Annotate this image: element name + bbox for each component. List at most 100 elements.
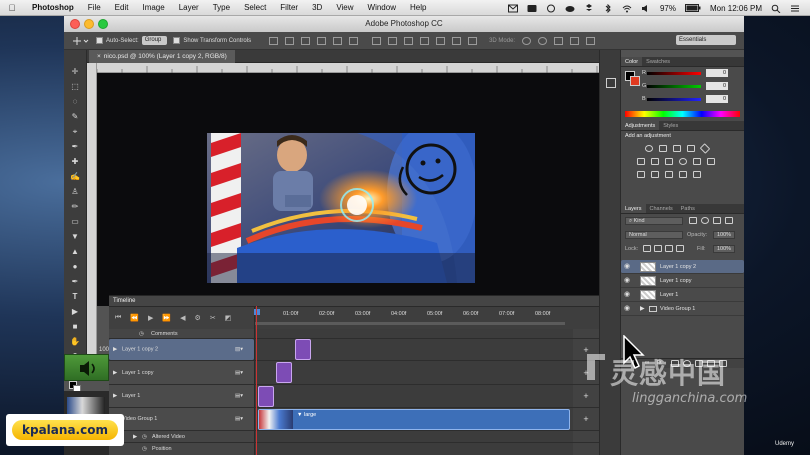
green-slider[interactable] (647, 85, 701, 88)
distribute-vcenter-icon[interactable] (388, 36, 398, 45)
timeline-row-label[interactable]: ▼ Video Group 1 ▤▾ (109, 408, 254, 430)
split-at-playhead-icon[interactable]: ✂ (210, 314, 216, 322)
layer-group-row[interactable]: ◉ ▶ Video Group 1 (621, 302, 744, 316)
clone-stamp-tool-icon[interactable]: ♙ (69, 186, 81, 197)
menu-3d[interactable]: 3D (312, 3, 322, 12)
layer-row[interactable]: ◉ Layer 1 (621, 288, 744, 302)
auto-align-icon[interactable] (468, 36, 478, 45)
next-frame-icon[interactable]: ⏩ (162, 314, 171, 322)
blue-slider[interactable] (647, 98, 701, 101)
layer-row[interactable]: ◉ Layer 1 copy (621, 274, 744, 288)
work-area-bar[interactable] (255, 322, 565, 325)
layer-track[interactable] (254, 361, 573, 384)
3d-drag-icon[interactable] (554, 36, 564, 45)
align-top-icon[interactable] (269, 36, 279, 45)
spotlight-search-icon[interactable] (771, 4, 781, 13)
menu-edit[interactable]: Edit (115, 3, 129, 12)
healing-brush-tool-icon[interactable]: ✚ (69, 156, 81, 167)
zoom-window-button[interactable] (98, 19, 108, 29)
distribute-left-icon[interactable] (420, 36, 430, 45)
bluetooth-icon[interactable] (603, 3, 613, 13)
blue-value-field[interactable]: 0 (706, 95, 728, 103)
filter-shape-icon[interactable] (725, 217, 733, 224)
menu-app-photoshop[interactable]: Photoshop (32, 3, 74, 12)
battery-percent[interactable]: 97% (660, 4, 676, 13)
green-value-field[interactable]: 0 (706, 82, 728, 90)
apple-menu-icon[interactable]:  (6, 3, 18, 13)
timeline-row-label[interactable]: ▶ Layer 1 ▤▾ (109, 385, 254, 407)
pen-tool-icon[interactable]: ✒ (69, 276, 81, 287)
distribute-right-icon[interactable] (452, 36, 462, 45)
fill-field[interactable]: 100% (713, 245, 735, 253)
menu-file[interactable]: File (88, 3, 101, 12)
close-document-icon[interactable]: × (97, 53, 101, 60)
show-transform-controls-checkbox[interactable] (173, 37, 181, 44)
filter-adjustment-icon[interactable] (701, 217, 709, 224)
cloud-icon[interactable] (565, 4, 575, 13)
gradient-map-icon[interactable] (679, 171, 687, 178)
timeline-ruler[interactable]: 01:00f 02:00f 03:00f 04:00f 05:00f 06:00… (254, 307, 599, 329)
color-spectrum-bar[interactable] (625, 111, 740, 117)
notification-center-icon[interactable] (790, 4, 800, 13)
history-panel-icon[interactable] (606, 78, 616, 88)
mail-icon[interactable] (507, 4, 518, 13)
blend-mode-dropdown[interactable]: Normal (625, 231, 683, 239)
lock-transparent-icon[interactable] (643, 245, 651, 252)
align-left-icon[interactable] (317, 36, 327, 45)
quick-select-tool-icon[interactable]: ✎ (69, 111, 81, 122)
menu-layer[interactable]: Layer (179, 3, 199, 12)
tab-adjustments[interactable]: Adjustments (621, 121, 660, 130)
visibility-eye-icon[interactable]: ◉ (624, 263, 632, 270)
lock-position-icon[interactable] (665, 245, 673, 252)
transition-icon[interactable]: ◩ (225, 314, 232, 322)
wifi-icon[interactable] (622, 4, 632, 13)
timeline-title[interactable]: Timeline (109, 296, 599, 307)
menu-image[interactable]: Image (142, 3, 164, 12)
timeline-row-label[interactable]: ◷ Position (109, 443, 254, 455)
selective-color-icon[interactable] (693, 171, 701, 178)
vibrance-icon[interactable] (699, 143, 711, 154)
menu-select[interactable]: Select (244, 3, 266, 12)
history-brush-tool-icon[interactable]: ✏ (69, 201, 81, 212)
color-balance-icon[interactable] (651, 158, 659, 165)
playhead-line[interactable] (256, 306, 257, 455)
distribute-hcenter-icon[interactable] (436, 36, 446, 45)
move-tool-icon[interactable]: ✛ (69, 66, 81, 77)
3d-rotate-icon[interactable] (522, 36, 532, 45)
move-tool-preset-icon[interactable] (72, 36, 90, 46)
menu-type[interactable]: Type (213, 3, 230, 12)
comments-track[interactable] (254, 329, 573, 338)
layer-clip[interactable] (276, 362, 292, 383)
auto-select-checkbox[interactable] (96, 37, 103, 44)
filter-pixel-icon[interactable] (689, 217, 697, 224)
horizontal-ruler[interactable] (97, 63, 607, 73)
video-track[interactable]: ▼ large (254, 408, 573, 430)
tab-color[interactable]: Color (621, 57, 643, 66)
film-strip-icon[interactable]: ▤▾ (235, 416, 243, 422)
levels-icon[interactable] (659, 145, 667, 152)
group-expand-arrow-icon[interactable]: ▶ (640, 302, 645, 316)
battery-icon[interactable] (684, 4, 701, 12)
lock-image-icon[interactable] (654, 245, 662, 252)
tab-paths[interactable]: Paths (677, 204, 699, 213)
3d-roll-icon[interactable] (538, 36, 548, 45)
filter-type-icon[interactable] (713, 217, 721, 224)
brush-tool-icon[interactable]: ✍ (69, 171, 81, 182)
distribute-top-icon[interactable] (372, 36, 382, 45)
3d-scale-icon[interactable] (586, 36, 596, 45)
lasso-tool-icon[interactable]: ◌ (69, 96, 81, 107)
menu-filter[interactable]: Filter (280, 3, 298, 12)
minimize-window-button[interactable] (84, 19, 94, 29)
timeline-row-label[interactable]: ▶ ◷ Altered Video (109, 431, 254, 442)
tab-styles[interactable]: Styles (659, 121, 682, 130)
expand-arrow-icon[interactable]: ▶ (113, 345, 117, 354)
workspace-switcher[interactable]: Essentials (676, 35, 736, 45)
expand-arrow-icon[interactable]: ▶ (113, 370, 117, 376)
tab-layers[interactable]: Layers (621, 204, 646, 213)
align-right-icon[interactable] (349, 36, 359, 45)
eyedropper-tool-icon[interactable]: ✒ (69, 141, 81, 152)
expand-arrow-icon[interactable]: ▶ (113, 393, 117, 399)
layer-filter-kind-dropdown[interactable]: ⌕ Kind (625, 217, 683, 225)
eraser-tool-icon[interactable]: ▭ (69, 216, 81, 227)
previous-frame-icon[interactable]: ⏪ (130, 314, 139, 322)
